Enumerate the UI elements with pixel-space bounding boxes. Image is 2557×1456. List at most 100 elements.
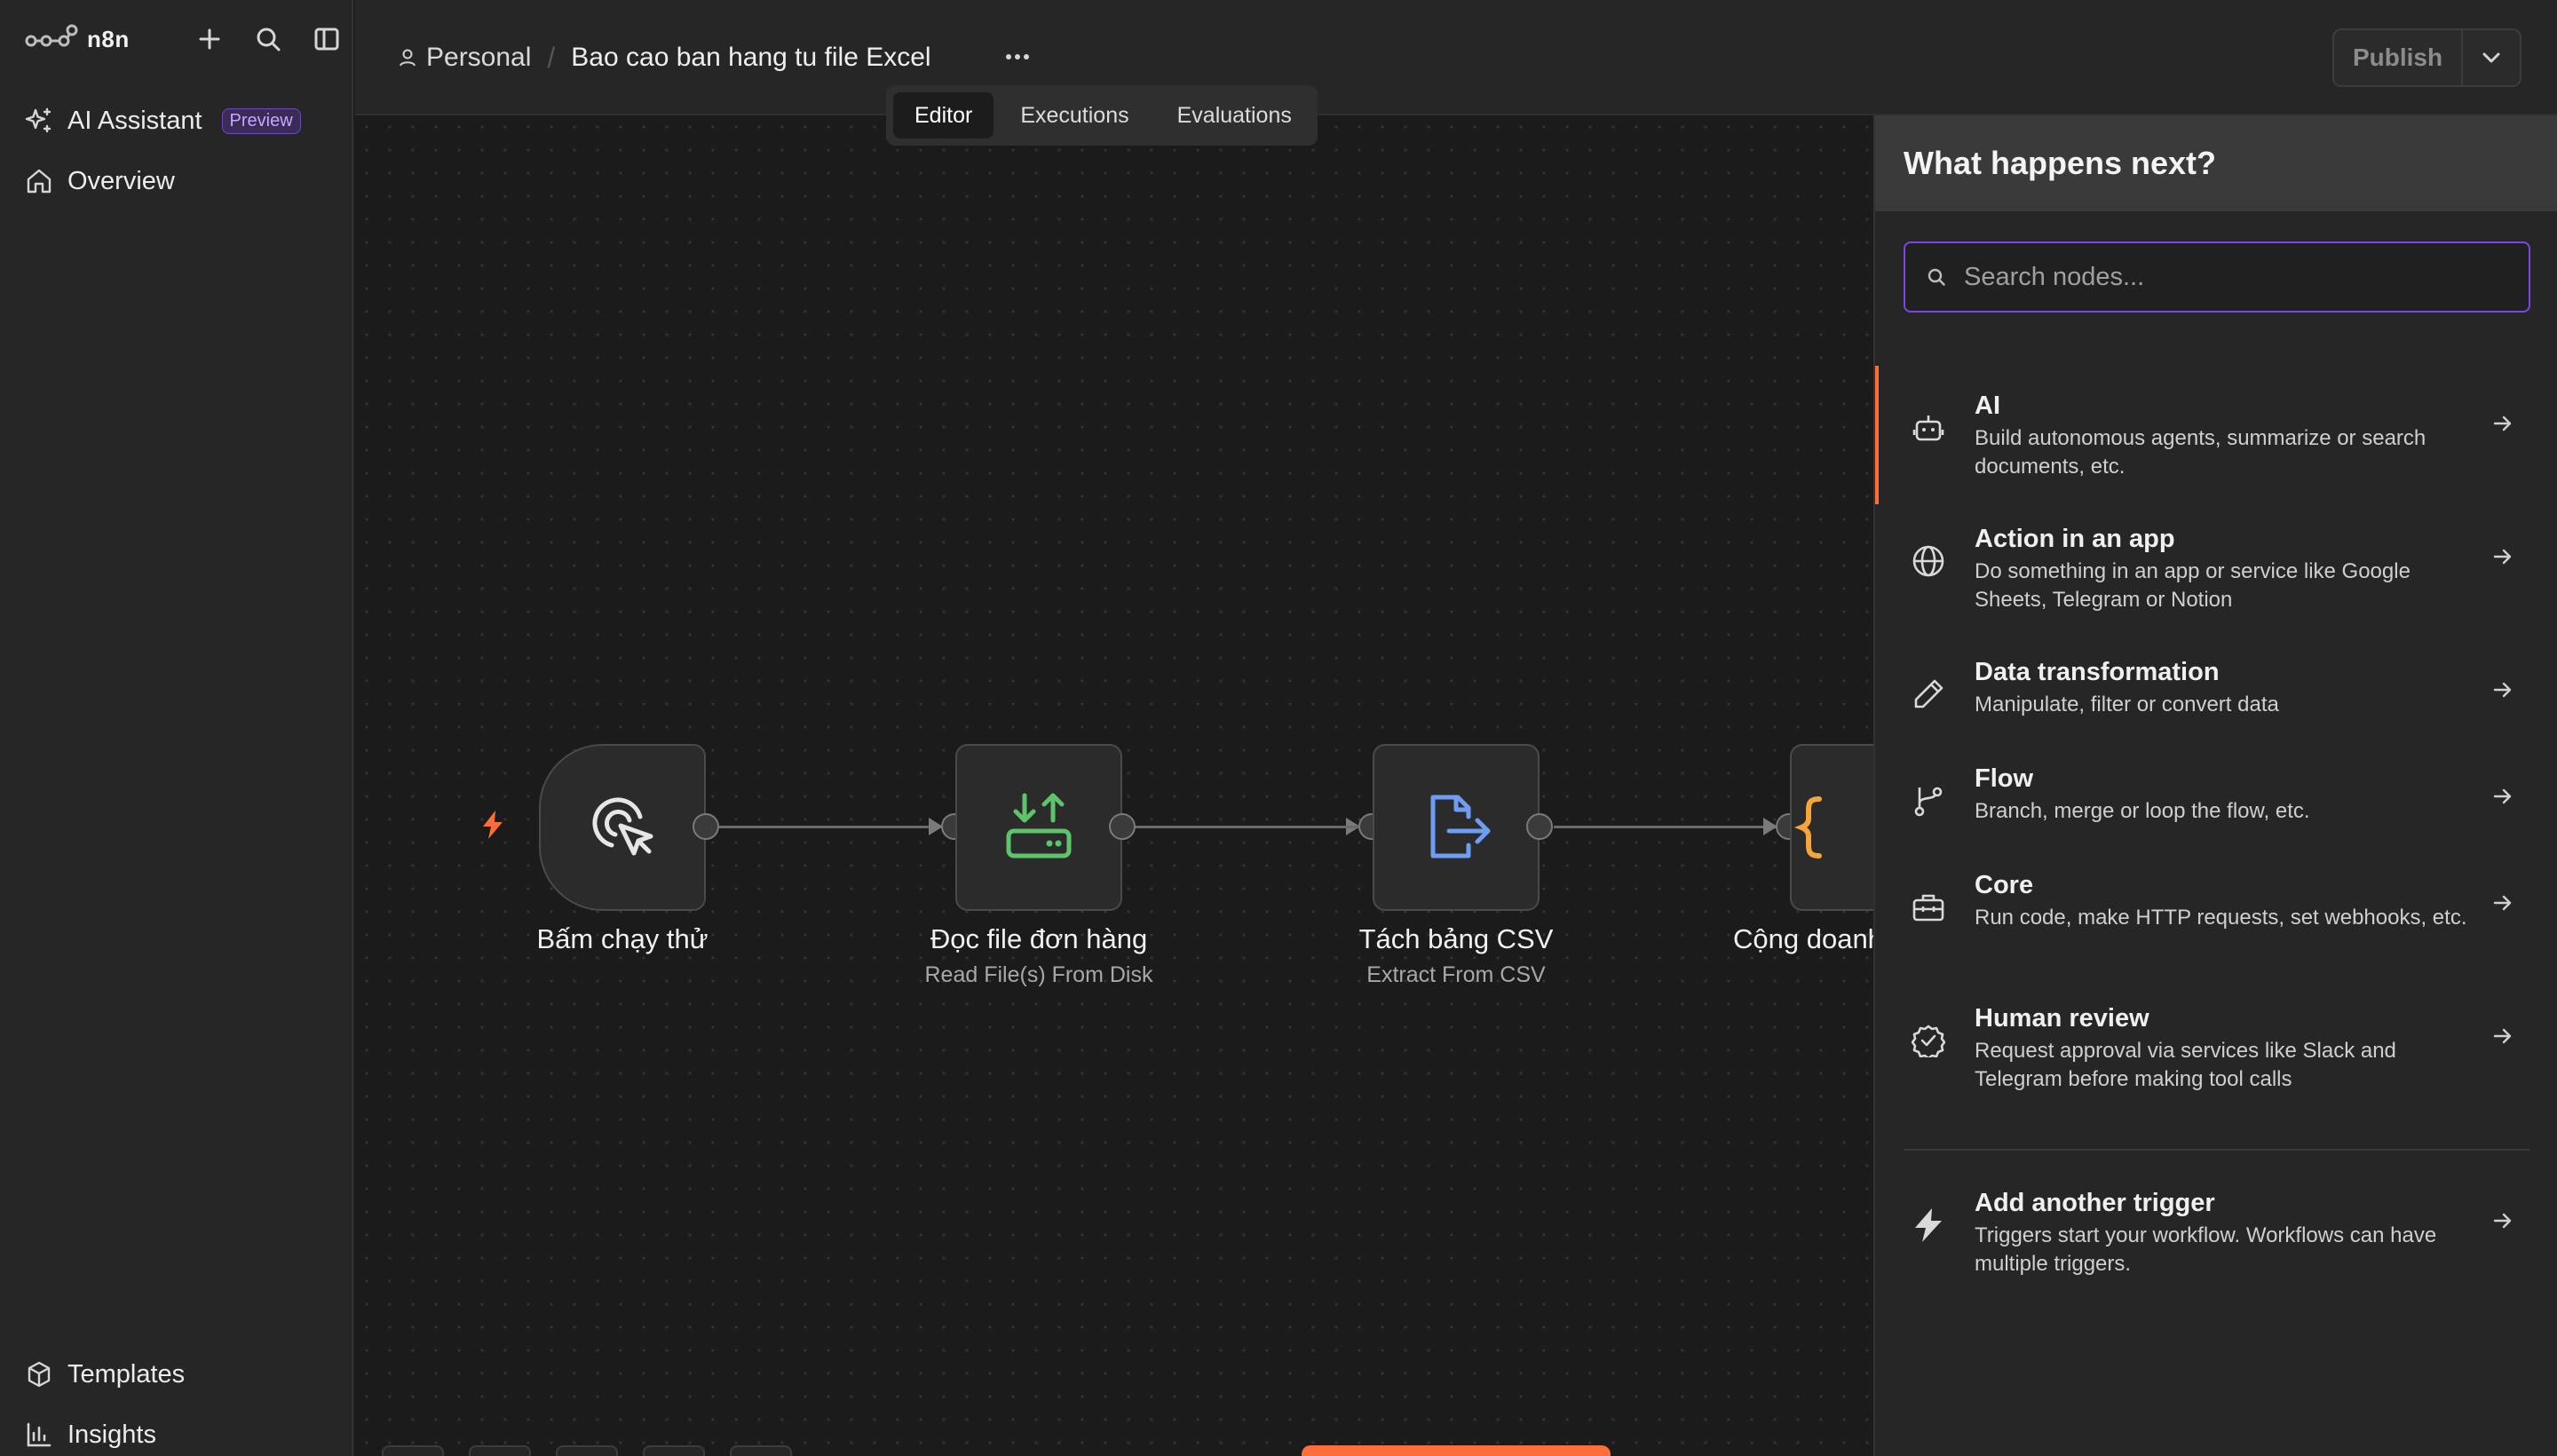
- category-description: Manipulate, filter or convert data: [1975, 692, 2279, 716]
- panel-header: What happens next?: [1875, 115, 2557, 211]
- node-title: Tách bảng CSV: [1358, 923, 1554, 954]
- node-manual-trigger[interactable]: [539, 744, 706, 911]
- category-description: Build autonomous agents, summarize or se…: [1975, 426, 2426, 479]
- node-title: Đọc file đơn hàng: [930, 923, 1148, 954]
- connection-line: [1136, 826, 1358, 828]
- category-core[interactable]: Core Run code, make HTTP requests, set w…: [1875, 868, 2557, 932]
- node-title: Cộng doanh: [1733, 923, 1873, 954]
- output-port[interactable]: [1109, 813, 1136, 840]
- publish-button[interactable]: Publish: [2334, 30, 2463, 85]
- sidebar-item-label: Templates: [67, 1359, 186, 1389]
- zoom-to-fit-button[interactable]: [382, 1445, 444, 1456]
- more-options-button[interactable]: [998, 37, 1037, 76]
- file-export-icon: [1430, 795, 1491, 859]
- node-read-file[interactable]: [955, 744, 1122, 911]
- pen-icon: [1909, 675, 1948, 714]
- category-title: Action in an app: [1975, 525, 2175, 553]
- robot-icon: [1909, 408, 1948, 447]
- category-add-trigger[interactable]: Add another trigger Triggers start your …: [1875, 1186, 2557, 1278]
- sidebar: n8n AI Assistant Preview Overview Templa…: [0, 0, 353, 1456]
- connection-line: [1554, 826, 1776, 828]
- toggle-sidebar-button[interactable]: [313, 25, 341, 53]
- category-title: Core: [1975, 871, 2034, 899]
- zoom-in-button[interactable]: [469, 1445, 531, 1456]
- breadcrumb: Personal / Bao cao ban hang tu file Exce…: [398, 39, 931, 76]
- bolt-icon: [1909, 1206, 1948, 1245]
- category-title: Data transformation: [1975, 658, 2220, 686]
- badge-check-icon: [1909, 1021, 1948, 1060]
- search-nodes-input[interactable]: [1964, 262, 2497, 292]
- n8n-logo-icon: [25, 24, 78, 47]
- breadcrumb-separator: /: [547, 41, 556, 74]
- zoom-out-button[interactable]: [556, 1445, 618, 1456]
- search-box: [1904, 241, 2530, 313]
- node-subtitle: Read File(s) From Disk: [924, 962, 1153, 987]
- category-title: Add another trigger: [1975, 1189, 2215, 1217]
- node-title: Bấm chạy thử: [536, 923, 709, 954]
- tidy-up-button[interactable]: [730, 1445, 792, 1456]
- tab-executions[interactable]: Executions: [999, 92, 1150, 138]
- sidebar-item-ai-assistant[interactable]: AI Assistant Preview: [25, 101, 301, 140]
- workflow-header: Personal / Bao cao ban hang tu file Exce…: [355, 0, 2557, 115]
- box-icon: [28, 1361, 51, 1388]
- category-description: Do something in an app or service like G…: [1975, 559, 2411, 612]
- category-action-in-app[interactable]: Action in an app Do something in an app …: [1875, 522, 2557, 614]
- category-title: Flow: [1975, 764, 2034, 793]
- sidebar-item-templates[interactable]: Templates: [25, 1355, 185, 1394]
- tab-editor[interactable]: Editor: [893, 92, 994, 138]
- category-description: Branch, merge or loop the flow, etc.: [1975, 799, 2310, 823]
- preview-badge: Preview: [221, 107, 301, 134]
- branch-icon: [1909, 781, 1948, 820]
- reset-zoom-button[interactable]: [643, 1445, 705, 1456]
- code-braces-icon: [1793, 796, 1822, 859]
- canvas-controls: [382, 1445, 792, 1456]
- category-title: Human review: [1975, 1004, 2149, 1033]
- workflow-title[interactable]: Bao cao ban hang tu file Excel: [571, 43, 930, 73]
- category-description: Run code, make HTTP requests, set webhoo…: [1975, 906, 2467, 930]
- add-button[interactable]: [195, 25, 224, 53]
- ellipsis-icon: [1006, 54, 1029, 59]
- cursor-click-icon: [592, 797, 653, 856]
- arrow-right-icon: [2490, 1207, 2516, 1234]
- execute-workflow-button[interactable]: [1302, 1445, 1611, 1456]
- sparkles-icon: [25, 107, 51, 133]
- node-creator-panel: What happens next? AI Build autonomous a…: [1873, 115, 2557, 1456]
- sidebar-item-label: Overview: [67, 166, 175, 195]
- category-description: Request approval via services like Slack…: [1975, 1039, 2396, 1091]
- sidebar-item-label: AI Assistant: [67, 106, 202, 135]
- node-extract-csv[interactable]: [1373, 744, 1540, 911]
- chevron-down-icon: [2482, 52, 2500, 63]
- category-title: AI: [1975, 392, 2000, 420]
- category-flow[interactable]: Flow Branch, merge or loop the flow, etc…: [1875, 762, 2557, 826]
- category-description: Triggers start your workflow. Workflows …: [1975, 1223, 2437, 1276]
- arrow-right-icon: [2490, 677, 2516, 703]
- n8n-logo[interactable]: n8n: [25, 23, 130, 55]
- app-name: n8n: [87, 25, 130, 52]
- sidebar-header: n8n: [25, 21, 341, 57]
- arrow-right-icon: [2490, 543, 2516, 570]
- output-port[interactable]: [693, 813, 719, 840]
- node-code[interactable]: [1790, 744, 1873, 911]
- category-data-transformation[interactable]: Data transformation Manipulate, filter o…: [1875, 655, 2557, 719]
- panel-title: What happens next?: [1904, 145, 2217, 181]
- arrow-right-icon: [2490, 1023, 2516, 1049]
- arrow-right-icon: [2490, 890, 2516, 916]
- sidebar-item-insights[interactable]: Insights: [25, 1415, 156, 1454]
- toolbox-icon: [1909, 888, 1948, 927]
- output-port[interactable]: [1526, 813, 1553, 840]
- publish-dropdown-button[interactable]: [2463, 30, 2520, 85]
- bar-chart-icon: [27, 1422, 51, 1447]
- sidebar-item-overview[interactable]: Overview: [25, 162, 175, 201]
- category-human-review[interactable]: Human review Request approval via servic…: [1875, 1001, 2557, 1094]
- category-ai[interactable]: AI Build autonomous agents, summarize or…: [1875, 366, 2557, 504]
- sidebar-panel-icon: [314, 28, 339, 51]
- panel-divider: [1904, 1149, 2530, 1151]
- view-tabs: Editor Executions Evaluations: [886, 85, 1318, 146]
- arrow-right-icon: [2490, 783, 2516, 810]
- search-icon: [257, 28, 281, 51]
- search-button[interactable]: [254, 25, 282, 53]
- tab-evaluations[interactable]: Evaluations: [1156, 92, 1313, 138]
- file-transfer-icon: [1006, 793, 1072, 859]
- workflow-canvas[interactable]: Bấm chạy thử Đọc file đơn hàng Read File…: [355, 115, 1873, 1456]
- breadcrumb-project[interactable]: Personal: [398, 43, 531, 73]
